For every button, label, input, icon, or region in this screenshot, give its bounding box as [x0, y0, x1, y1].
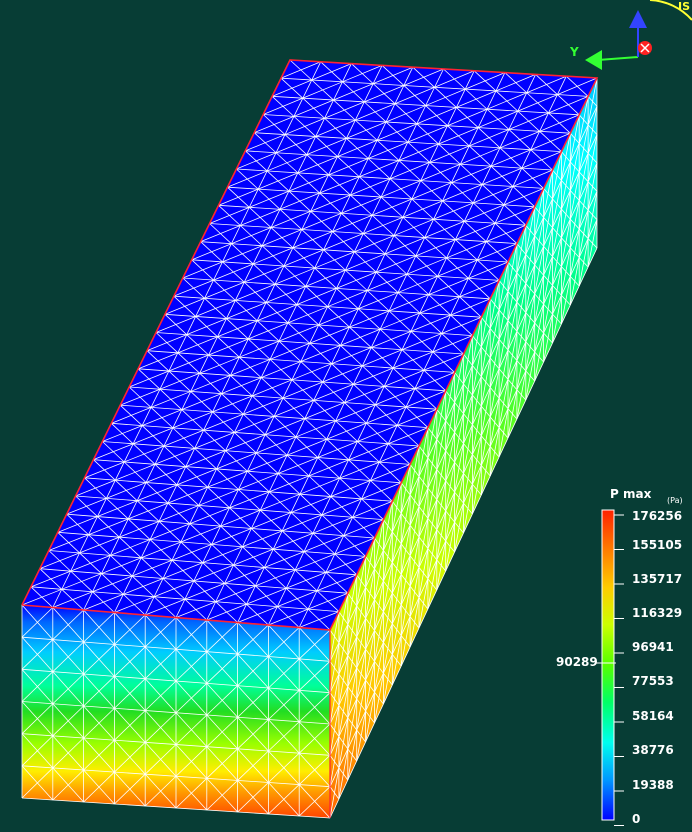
legend-cursor-value: 90289: [556, 655, 598, 669]
legend-tick-label: 116329: [632, 606, 683, 620]
legend-tick-label: 77553: [632, 674, 674, 688]
legend-tick-label: 19388: [632, 778, 674, 792]
legend-tick-label: 135717: [632, 572, 683, 586]
triad-y-arrow-icon: [585, 50, 602, 70]
legend-color-bar: [601, 509, 615, 821]
legend-title: P max: [610, 487, 652, 501]
legend-tick-label: 38776: [632, 743, 674, 757]
fem-mesh-block[interactable]: [0, 0, 692, 828]
legend-tick-label: 155105: [632, 538, 683, 552]
legend-tick-label: 58164: [632, 709, 674, 723]
triad-corner-label: IS: [678, 0, 691, 13]
legend-ticks: [614, 514, 624, 826]
orientation-triad[interactable]: [585, 0, 692, 70]
triad-y-label: Y: [570, 45, 579, 59]
graphics-viewport[interactable]: Y IS P max (Pa) 176256 155105 135717 116…: [0, 0, 692, 828]
legend-tick-label: 0: [632, 812, 641, 826]
legend-unit: (Pa): [667, 496, 683, 505]
legend-tick-label: 96941: [632, 640, 674, 654]
triad-z-arrow-icon: [629, 10, 647, 28]
triad-y-axis-shaft: [597, 56, 639, 61]
legend-tick-label: 176256: [632, 509, 683, 523]
